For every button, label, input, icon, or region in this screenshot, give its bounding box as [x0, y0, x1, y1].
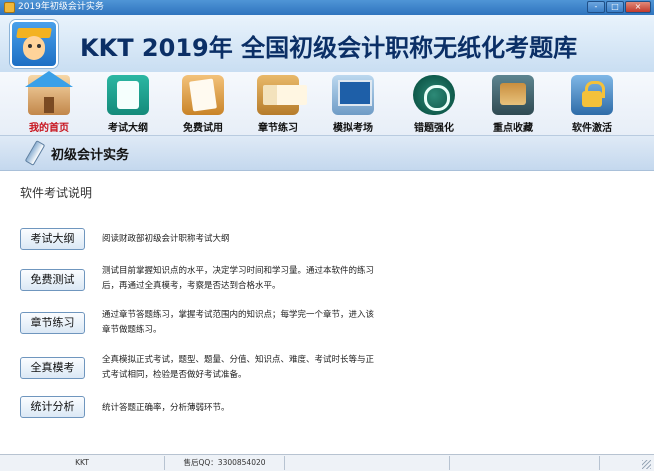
- toolbar-mock-exam-label: 模拟考场: [333, 123, 373, 134]
- toolbar-free-trial[interactable]: 免费试用: [168, 74, 238, 134]
- app-icon: [4, 2, 15, 13]
- open-book-icon: [257, 75, 307, 115]
- toolbar-chapter-practice-label: 章节练习: [258, 123, 298, 134]
- toolbar-favorites-label: 重点收藏: [493, 123, 533, 134]
- description-line: 测试目前掌握知识点的水平，决定学习时间和学习量。通过本软件的练习: [102, 266, 375, 276]
- exam-outline-description: 阅读财政部初级会计职称考试大纲: [102, 232, 402, 247]
- toolbar-wrong-questions[interactable]: 错题强化: [399, 74, 469, 134]
- content-heading: 软件考试说明: [20, 186, 93, 200]
- mascot-eye-left: [28, 44, 32, 48]
- header-banner: KKT 2019年 全国初级会计职称无纸化考题库: [0, 15, 654, 72]
- monitor-icon: [332, 75, 374, 115]
- close-button[interactable]: ×: [625, 1, 651, 13]
- section-title: 初级会计实务: [51, 148, 130, 163]
- description-line: 全真模拟正式考试，题型、题量、分值、知识点、难度、考试时长等与正: [102, 355, 375, 365]
- app-title: KKT 2019年 全国初级会计职称无纸化考题库: [80, 34, 578, 62]
- exam-outline-button[interactable]: 考试大纲: [20, 228, 85, 250]
- description-line: 章节做题练习。: [102, 325, 162, 335]
- toolbar-free-trial-label: 免费试用: [183, 123, 223, 134]
- window-title: 2019年初级会计实务: [18, 2, 104, 12]
- window-titlebar: 2019年初级会计实务 - □ ×: [0, 0, 654, 15]
- statistics-button[interactable]: 统计分析: [20, 396, 85, 418]
- toolbar-favorites[interactable]: 重点收藏: [478, 74, 548, 134]
- description-line: 后，再通过全真模考，考察是否达到合格水平。: [102, 281, 281, 291]
- chapter-practice-description: 通过章节答题练习，掌握考试范围内的知识点；每学完一个章节，进入该 章节做题练习。: [102, 308, 402, 338]
- chapter-practice-button[interactable]: 章节练习: [20, 312, 85, 334]
- section-header: 初级会计实务: [0, 136, 654, 171]
- toolbar-mock-exam[interactable]: 模拟考场: [318, 74, 388, 134]
- home-icon: [25, 71, 73, 115]
- full-mock-exam-description: 全真模拟正式考试，题型、题量、分值、知识点、难度、考试时长等与正 式考试相同，检…: [102, 353, 402, 383]
- free-test-button[interactable]: 免费测试: [20, 269, 85, 291]
- toolbar-activate[interactable]: 软件激活: [557, 74, 627, 134]
- window-controls: - □ ×: [587, 1, 651, 13]
- status-bar: KKT 售后QQ：3300854020: [0, 454, 654, 471]
- free-test-description: 测试目前掌握知识点的水平，决定学习时间和学习量。通过本软件的练习 后，再通过全真…: [102, 264, 402, 294]
- mascot-face: [23, 36, 45, 60]
- status-support-qq: 售后QQ：3300854020: [165, 456, 285, 470]
- notepad-pencil-icon: [182, 75, 224, 115]
- padlock-icon: [571, 75, 613, 115]
- toolbar-home[interactable]: 我的首页: [14, 71, 84, 134]
- toolbar-wrong-questions-label: 错题强化: [414, 123, 454, 134]
- mascot-logo: [10, 20, 58, 68]
- full-mock-exam-button[interactable]: 全真模考: [20, 357, 85, 379]
- main-content: 软件考试说明 考试大纲 阅读财政部初级会计职称考试大纲 免费测试 测试目前掌握知…: [0, 171, 654, 454]
- description-line: 统计答题正确率，分析薄弱环节。: [102, 403, 230, 413]
- toolbar-chapter-practice[interactable]: 章节练习: [243, 74, 313, 134]
- toolbar-home-label: 我的首页: [29, 123, 69, 134]
- status-brand: KKT: [0, 456, 165, 470]
- minimize-button[interactable]: -: [587, 1, 605, 13]
- statistics-description: 统计答题正确率，分析薄弱环节。: [102, 401, 402, 416]
- toolbar-exam-outline-label: 考试大纲: [108, 123, 148, 134]
- description-line: 通过章节答题练习，掌握考试范围内的知识点；每学完一个章节，进入该: [102, 310, 375, 320]
- resize-grip[interactable]: [642, 460, 651, 469]
- toolbar-activate-label: 软件激活: [572, 123, 612, 134]
- description-line: 式考试相同，检验是否做好考试准备。: [102, 370, 247, 380]
- toolbar-exam-outline[interactable]: 考试大纲: [93, 74, 163, 134]
- status-cell-4: [450, 456, 600, 470]
- status-cell-3: [285, 456, 450, 470]
- pencil-icon: [24, 140, 46, 166]
- outline-book-icon: [107, 75, 149, 115]
- description-line: 阅读财政部初级会计职称考试大纲: [102, 234, 230, 244]
- clock-icon: [413, 75, 455, 115]
- toolbox-icon: [492, 75, 534, 115]
- maximize-button[interactable]: □: [606, 1, 624, 13]
- main-toolbar: 我的首页 考试大纲 免费试用 章节练习 模拟考场 错题强化 重点收藏 软件激活: [0, 71, 654, 136]
- mascot-eye-right: [37, 44, 41, 48]
